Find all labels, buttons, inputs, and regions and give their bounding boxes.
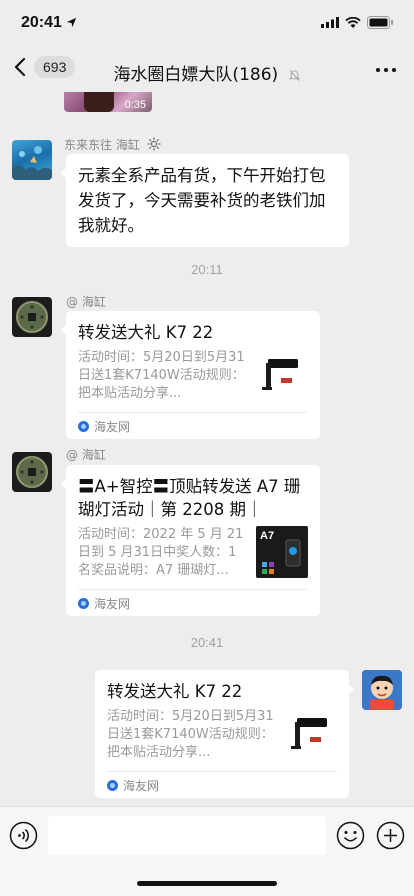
link-card-source: 海友网 bbox=[107, 771, 337, 798]
link-card-source-name: 海友网 bbox=[94, 419, 131, 434]
link-card-message[interactable]: 转发送大礼 K7 22 活动时间：5月20日到5月31日送1套K7140W活动规… bbox=[61, 311, 320, 439]
text-message-bubble[interactable]: 元素全系产品有货，下午开始打包发货了，今天需要补货的老铁们加我就好。 bbox=[61, 154, 349, 247]
timestamp: 20:41 bbox=[190, 635, 224, 650]
link-card-source: 海友网 bbox=[78, 589, 308, 616]
cellular-signal-icon bbox=[321, 17, 339, 28]
link-card-title: 〓A+智控〓顶贴转发送 A7 珊瑚灯活动｜第 2208 期｜ bbox=[78, 477, 301, 519]
sea-avatar-image bbox=[12, 146, 52, 180]
link-card-description: 活动时间：5月20日到5月31日送1套K7140W活动规则：把本贴活动分享... bbox=[78, 350, 245, 401]
link-card-thumbnail: A7 bbox=[256, 526, 308, 578]
mute-icon bbox=[288, 69, 300, 81]
message-text: 元素全系产品有货，下午开始打包发货了，今天需要补货的老铁们加我就好。 bbox=[78, 166, 326, 235]
aquarium-light-image bbox=[291, 718, 327, 749]
site-logo-icon bbox=[107, 779, 118, 791]
image-message[interactable]: 0:35 bbox=[64, 92, 152, 112]
status-time: 20:41 bbox=[21, 14, 77, 32]
voice-icon bbox=[9, 821, 38, 850]
emoji-button[interactable] bbox=[336, 821, 365, 854]
sender-name: 东来东往 海缸 bbox=[64, 136, 161, 153]
link-card-source-name: 海友网 bbox=[123, 778, 160, 793]
battery-icon bbox=[367, 16, 393, 29]
voice-button[interactable] bbox=[9, 821, 38, 854]
link-card-description: 活动时间：5月20日到5月31日送1套K7140W活动规则：把本贴活动分享... bbox=[107, 709, 274, 760]
site-logo-icon bbox=[78, 597, 89, 609]
emoji-icon bbox=[336, 821, 365, 850]
wifi-icon bbox=[345, 16, 361, 28]
coin-avatar-image bbox=[16, 301, 48, 333]
sender-name: @ 海缸 bbox=[66, 448, 106, 462]
more-functions-button[interactable] bbox=[376, 821, 405, 854]
sender-name: @ 海缸 bbox=[66, 295, 106, 309]
sender-avatar[interactable] bbox=[12, 140, 52, 180]
message-list[interactable]: 0:35 东来东往 海缸 元素全系产品有货，下午开始打包发货了，今天需要补货的老… bbox=[0, 92, 414, 806]
link-card-message[interactable]: 转发送大礼 K7 22 活动时间：5月20日到5月31日送1套K7140W活动规… bbox=[95, 670, 354, 798]
link-card-source: 海友网 bbox=[78, 412, 308, 439]
sender-avatar[interactable] bbox=[12, 297, 52, 337]
chat-title-text: 海水圈白嫖大队(186) bbox=[113, 65, 279, 85]
home-indicator[interactable] bbox=[137, 881, 277, 886]
chat-title: 海水圈白嫖大队(186) bbox=[0, 60, 414, 85]
message-input[interactable] bbox=[48, 816, 326, 855]
coin-avatar-image bbox=[16, 456, 48, 488]
link-card-source-name: 海友网 bbox=[94, 596, 131, 611]
status-bar: 20:41 bbox=[0, 0, 414, 48]
nav-bar: 693 海水圈白嫖大队(186) bbox=[0, 48, 414, 92]
site-logo-icon bbox=[78, 420, 89, 432]
aquarium-light-image bbox=[262, 359, 298, 390]
link-card-title: 转发送大礼 K7 22 bbox=[107, 682, 243, 701]
link-card-title: 转发送大礼 K7 22 bbox=[78, 323, 214, 342]
video-duration: 0:35 bbox=[124, 99, 146, 111]
sun-icon bbox=[146, 137, 161, 151]
link-card-thumbnail bbox=[256, 349, 308, 401]
link-card-thumbnail bbox=[285, 708, 337, 760]
link-card-description: 活动时间：2022 年 5 月 21 日到 5 月31日中奖人数：1 名奖品说明… bbox=[78, 527, 244, 578]
plus-icon bbox=[376, 821, 405, 850]
location-arrow-icon bbox=[67, 17, 77, 28]
sender-avatar[interactable] bbox=[12, 452, 52, 492]
link-card-message[interactable]: 〓A+智控〓顶贴转发送 A7 珊瑚灯活动｜第 2208 期｜ 活动时间：2022… bbox=[61, 465, 320, 616]
cartoon-avatar-image bbox=[362, 670, 402, 710]
my-avatar[interactable] bbox=[362, 670, 402, 710]
timestamp: 20:11 bbox=[191, 262, 223, 277]
more-options-icon[interactable] bbox=[376, 68, 396, 72]
phone-app-image bbox=[262, 539, 301, 574]
